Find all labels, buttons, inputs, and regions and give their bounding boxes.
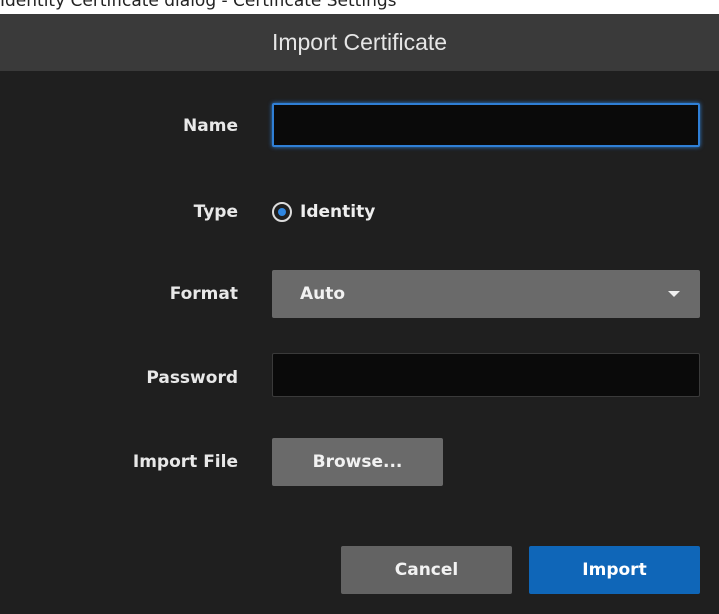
chevron-down-icon xyxy=(668,291,680,297)
format-label: Format xyxy=(169,284,238,304)
import-file-label: Import File xyxy=(132,452,238,472)
dialog-title: Import Certificate xyxy=(0,14,719,71)
format-selected-value: Auto xyxy=(300,284,346,304)
identity-radio-label: Identity xyxy=(300,202,376,222)
type-label: Type xyxy=(193,202,238,222)
import-button[interactable]: Import xyxy=(529,546,700,594)
type-identity-radio-option[interactable]: Identity xyxy=(272,197,375,227)
import-certificate-dialog: Import Certificate Name Type Identity Fo… xyxy=(0,14,719,614)
page-caption: Identity Certificate dialog - Certificat… xyxy=(0,0,397,11)
browse-button[interactable]: Browse... xyxy=(272,438,443,486)
identity-radio-button[interactable] xyxy=(272,202,292,222)
cancel-button[interactable]: Cancel xyxy=(341,546,512,594)
password-label: Password xyxy=(146,368,238,388)
format-select[interactable]: Auto xyxy=(272,270,700,318)
name-input[interactable] xyxy=(272,103,700,147)
name-label: Name xyxy=(183,116,238,136)
password-input[interactable] xyxy=(272,353,700,397)
